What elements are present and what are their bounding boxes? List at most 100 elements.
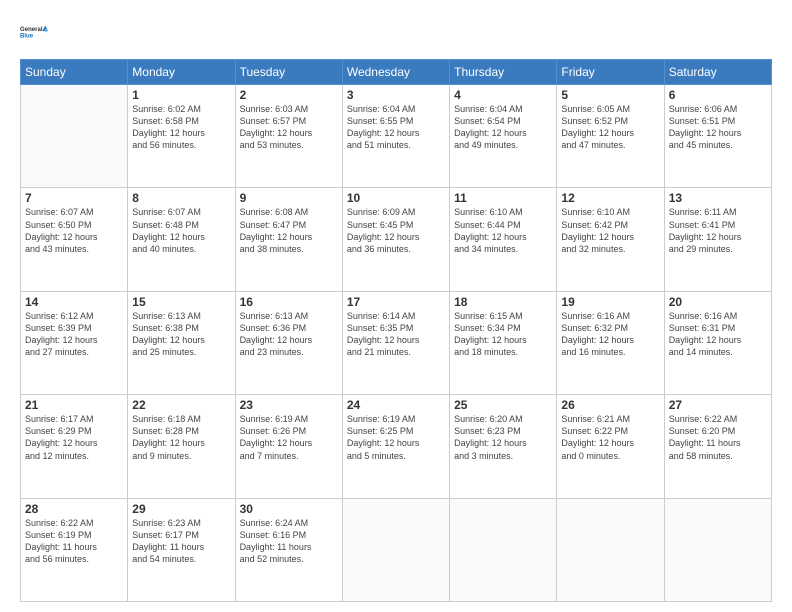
day-info: Sunrise: 6:19 AM Sunset: 6:25 PM Dayligh… [347,413,445,462]
calendar-week-row: 1Sunrise: 6:02 AM Sunset: 6:58 PM Daylig… [21,85,772,188]
calendar-cell [557,498,664,601]
day-info: Sunrise: 6:21 AM Sunset: 6:22 PM Dayligh… [561,413,659,462]
day-info: Sunrise: 6:22 AM Sunset: 6:20 PM Dayligh… [669,413,767,462]
day-number: 1 [132,88,230,102]
day-number: 8 [132,191,230,205]
calendar-cell: 9Sunrise: 6:08 AM Sunset: 6:47 PM Daylig… [235,188,342,291]
logo: General Blue [20,18,48,53]
calendar-cell: 11Sunrise: 6:10 AM Sunset: 6:44 PM Dayli… [450,188,557,291]
calendar-cell: 3Sunrise: 6:04 AM Sunset: 6:55 PM Daylig… [342,85,449,188]
day-number: 6 [669,88,767,102]
day-number: 11 [454,191,552,205]
day-info: Sunrise: 6:20 AM Sunset: 6:23 PM Dayligh… [454,413,552,462]
day-info: Sunrise: 6:18 AM Sunset: 6:28 PM Dayligh… [132,413,230,462]
calendar-day-header: Thursday [450,60,557,85]
calendar-cell: 5Sunrise: 6:05 AM Sunset: 6:52 PM Daylig… [557,85,664,188]
day-number: 13 [669,191,767,205]
calendar-cell: 30Sunrise: 6:24 AM Sunset: 6:16 PM Dayli… [235,498,342,601]
day-number: 29 [132,502,230,516]
day-number: 30 [240,502,338,516]
day-number: 16 [240,295,338,309]
day-info: Sunrise: 6:15 AM Sunset: 6:34 PM Dayligh… [454,310,552,359]
header: General Blue [20,18,772,53]
day-number: 27 [669,398,767,412]
day-number: 4 [454,88,552,102]
day-number: 24 [347,398,445,412]
day-number: 18 [454,295,552,309]
day-info: Sunrise: 6:24 AM Sunset: 6:16 PM Dayligh… [240,517,338,566]
calendar-cell [450,498,557,601]
day-info: Sunrise: 6:02 AM Sunset: 6:58 PM Dayligh… [132,103,230,152]
svg-text:Blue: Blue [20,34,34,40]
day-number: 26 [561,398,659,412]
day-number: 10 [347,191,445,205]
calendar-cell: 18Sunrise: 6:15 AM Sunset: 6:34 PM Dayli… [450,291,557,394]
calendar-table: SundayMondayTuesdayWednesdayThursdayFrid… [20,59,772,602]
day-number: 22 [132,398,230,412]
day-number: 28 [25,502,123,516]
page: General Blue SundayMondayTuesdayWednesda… [0,0,792,612]
day-info: Sunrise: 6:04 AM Sunset: 6:55 PM Dayligh… [347,103,445,152]
day-number: 20 [669,295,767,309]
day-info: Sunrise: 6:10 AM Sunset: 6:44 PM Dayligh… [454,206,552,255]
calendar-cell: 21Sunrise: 6:17 AM Sunset: 6:29 PM Dayli… [21,395,128,498]
calendar-cell: 4Sunrise: 6:04 AM Sunset: 6:54 PM Daylig… [450,85,557,188]
day-info: Sunrise: 6:07 AM Sunset: 6:50 PM Dayligh… [25,206,123,255]
day-info: Sunrise: 6:19 AM Sunset: 6:26 PM Dayligh… [240,413,338,462]
day-number: 12 [561,191,659,205]
calendar-cell: 12Sunrise: 6:10 AM Sunset: 6:42 PM Dayli… [557,188,664,291]
day-number: 15 [132,295,230,309]
day-info: Sunrise: 6:13 AM Sunset: 6:38 PM Dayligh… [132,310,230,359]
calendar-cell [21,85,128,188]
day-info: Sunrise: 6:09 AM Sunset: 6:45 PM Dayligh… [347,206,445,255]
day-info: Sunrise: 6:04 AM Sunset: 6:54 PM Dayligh… [454,103,552,152]
day-info: Sunrise: 6:16 AM Sunset: 6:31 PM Dayligh… [669,310,767,359]
day-info: Sunrise: 6:07 AM Sunset: 6:48 PM Dayligh… [132,206,230,255]
calendar-cell [664,498,771,601]
calendar-cell: 25Sunrise: 6:20 AM Sunset: 6:23 PM Dayli… [450,395,557,498]
day-number: 17 [347,295,445,309]
calendar-cell: 8Sunrise: 6:07 AM Sunset: 6:48 PM Daylig… [128,188,235,291]
day-info: Sunrise: 6:05 AM Sunset: 6:52 PM Dayligh… [561,103,659,152]
day-info: Sunrise: 6:11 AM Sunset: 6:41 PM Dayligh… [669,206,767,255]
day-info: Sunrise: 6:12 AM Sunset: 6:39 PM Dayligh… [25,310,123,359]
day-info: Sunrise: 6:10 AM Sunset: 6:42 PM Dayligh… [561,206,659,255]
calendar-cell: 14Sunrise: 6:12 AM Sunset: 6:39 PM Dayli… [21,291,128,394]
calendar-cell: 19Sunrise: 6:16 AM Sunset: 6:32 PM Dayli… [557,291,664,394]
day-info: Sunrise: 6:22 AM Sunset: 6:19 PM Dayligh… [25,517,123,566]
day-number: 9 [240,191,338,205]
calendar-cell: 17Sunrise: 6:14 AM Sunset: 6:35 PM Dayli… [342,291,449,394]
day-info: Sunrise: 6:08 AM Sunset: 6:47 PM Dayligh… [240,206,338,255]
calendar-cell: 7Sunrise: 6:07 AM Sunset: 6:50 PM Daylig… [21,188,128,291]
day-number: 21 [25,398,123,412]
calendar-week-row: 7Sunrise: 6:07 AM Sunset: 6:50 PM Daylig… [21,188,772,291]
day-number: 19 [561,295,659,309]
calendar-cell: 20Sunrise: 6:16 AM Sunset: 6:31 PM Dayli… [664,291,771,394]
calendar-day-header: Tuesday [235,60,342,85]
calendar-cell: 13Sunrise: 6:11 AM Sunset: 6:41 PM Dayli… [664,188,771,291]
calendar-cell: 15Sunrise: 6:13 AM Sunset: 6:38 PM Dayli… [128,291,235,394]
calendar-cell: 26Sunrise: 6:21 AM Sunset: 6:22 PM Dayli… [557,395,664,498]
calendar-cell: 23Sunrise: 6:19 AM Sunset: 6:26 PM Dayli… [235,395,342,498]
calendar-cell: 28Sunrise: 6:22 AM Sunset: 6:19 PM Dayli… [21,498,128,601]
day-number: 23 [240,398,338,412]
calendar-cell: 22Sunrise: 6:18 AM Sunset: 6:28 PM Dayli… [128,395,235,498]
calendar-week-row: 28Sunrise: 6:22 AM Sunset: 6:19 PM Dayli… [21,498,772,601]
svg-text:General: General [20,27,43,33]
calendar-cell: 27Sunrise: 6:22 AM Sunset: 6:20 PM Dayli… [664,395,771,498]
calendar-day-header: Sunday [21,60,128,85]
calendar-day-header: Wednesday [342,60,449,85]
day-number: 2 [240,88,338,102]
day-number: 5 [561,88,659,102]
logo-icon: General Blue [20,18,48,46]
calendar-day-header: Friday [557,60,664,85]
calendar-cell [342,498,449,601]
day-number: 14 [25,295,123,309]
calendar-cell: 6Sunrise: 6:06 AM Sunset: 6:51 PM Daylig… [664,85,771,188]
calendar-cell: 29Sunrise: 6:23 AM Sunset: 6:17 PM Dayli… [128,498,235,601]
day-number: 3 [347,88,445,102]
calendar-week-row: 14Sunrise: 6:12 AM Sunset: 6:39 PM Dayli… [21,291,772,394]
day-info: Sunrise: 6:03 AM Sunset: 6:57 PM Dayligh… [240,103,338,152]
calendar-cell: 2Sunrise: 6:03 AM Sunset: 6:57 PM Daylig… [235,85,342,188]
calendar-day-header: Saturday [664,60,771,85]
